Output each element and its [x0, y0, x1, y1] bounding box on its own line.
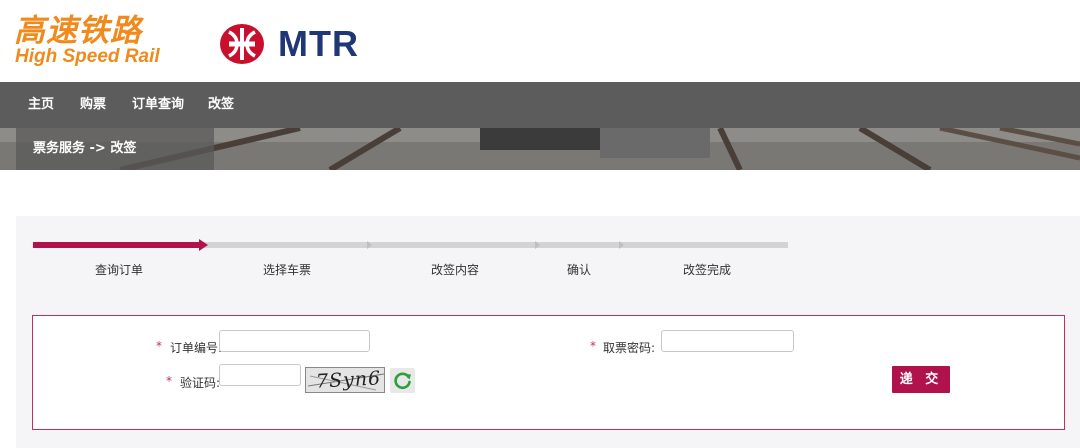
- hsr-logo-cn: 高速铁路: [14, 13, 142, 49]
- submit-button[interactable]: 递 交: [892, 366, 950, 393]
- progress-steps: 查询订单 选择车票 改签内容 确认 改签完成: [33, 239, 793, 280]
- nav-item-change-ticket[interactable]: 改签: [208, 82, 234, 128]
- step-divider-icon: [535, 241, 540, 249]
- captcha-label: 验证码:: [180, 376, 221, 390]
- high-speed-rail-logo[interactable]: 高速铁路 High Speed Rail: [14, 14, 184, 74]
- step-confirm: 确认: [567, 263, 592, 277]
- step-change-content: 改签内容: [431, 263, 480, 277]
- nav-item-home[interactable]: 主页: [28, 82, 54, 128]
- rail-banner: 票务服务 -> 改签: [0, 128, 1080, 170]
- step-divider-icon: [367, 241, 372, 249]
- order-no-label: 订单编号:: [170, 341, 223, 355]
- step-divider-icon: [619, 241, 624, 249]
- site-header: 高速铁路 High Speed Rail MTR: [0, 0, 1080, 82]
- refresh-captcha-button[interactable]: [390, 368, 415, 393]
- refresh-icon: [394, 372, 411, 390]
- hsr-logo-en: High Speed Rail: [15, 46, 160, 67]
- captcha-image-text: 7Syn6: [315, 367, 382, 393]
- progress-track-done: [33, 242, 201, 248]
- captcha-image[interactable]: 7Syn6: [305, 367, 385, 393]
- mtr-emblem-icon: [220, 24, 264, 64]
- nav-item-order-query[interactable]: 订单查询: [132, 82, 184, 128]
- captcha-input[interactable]: [219, 364, 301, 386]
- pickup-password-input[interactable]: [661, 330, 794, 352]
- step-complete: 改签完成: [683, 263, 732, 277]
- required-mark: *: [590, 339, 596, 353]
- nav-item-buy-ticket[interactable]: 购票: [80, 82, 106, 128]
- mtr-logo[interactable]: MTR: [220, 22, 400, 66]
- step-select-ticket: 选择车票: [263, 263, 312, 277]
- step-query-order: 查询订单: [95, 263, 144, 277]
- order-no-input[interactable]: [219, 330, 370, 352]
- pickup-password-label: 取票密码:: [603, 341, 656, 355]
- breadcrumb: 票务服务 -> 改签: [33, 141, 137, 156]
- required-mark: *: [156, 339, 162, 353]
- progress-arrow-icon: [199, 239, 208, 251]
- main-nav: 主页 购票 订单查询 改签: [0, 82, 1080, 128]
- mtr-wordmark: MTR: [278, 23, 359, 64]
- required-mark: *: [166, 374, 172, 388]
